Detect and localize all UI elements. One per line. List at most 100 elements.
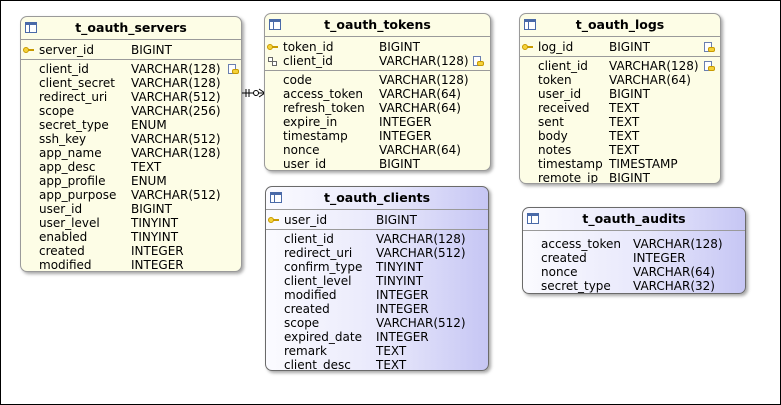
- column-row-app-purpose[interactable]: app_purpose VARCHAR(512): [21, 188, 241, 202]
- column-row-timestamp[interactable]: timestamp INTEGER: [265, 129, 490, 143]
- column-row-access-token[interactable]: access_token VARCHAR(64): [265, 87, 490, 101]
- table-t-oauth-clients[interactable]: t_oauth_clients user_id BIGINT client_id VAR…: [265, 186, 489, 371]
- column-row-remote-ip[interactable]: remote_ip BIGINT: [520, 171, 720, 183]
- column-type: INTEGER: [131, 258, 184, 272]
- column-type: VARCHAR(256): [131, 104, 221, 118]
- column-name: client_secret: [39, 76, 115, 90]
- column-name: user_id: [538, 87, 582, 101]
- table-header[interactable]: t_oauth_servers: [21, 17, 241, 40]
- column-name: access_token: [541, 237, 621, 251]
- column-type: BIGINT: [131, 202, 172, 216]
- column-type: VARCHAR(128): [131, 62, 221, 76]
- column-name: enabled: [39, 230, 88, 244]
- column-row-user-id[interactable]: user_id BIGINT: [21, 202, 241, 216]
- column-row-redirect-uri[interactable]: redirect_uri VARCHAR(512): [21, 90, 241, 104]
- column-row-modified[interactable]: modified INTEGER: [266, 288, 488, 302]
- column-type: TIMESTAMP: [609, 157, 678, 171]
- column-row-scope[interactable]: scope VARCHAR(512): [266, 316, 488, 330]
- column-row-nonce[interactable]: nonce VARCHAR(64): [265, 143, 490, 157]
- column-row-user-id[interactable]: user_id BIGINT: [520, 87, 720, 101]
- table-icon: [269, 19, 281, 30]
- column-type: TINYINT: [376, 274, 424, 288]
- column-row-client-level[interactable]: client_level TINYINT: [266, 274, 488, 288]
- column-row-client-desc[interactable]: client_desc TEXT: [266, 358, 488, 371]
- foreign-key-icon: [268, 57, 277, 66]
- index-icon: [704, 61, 715, 71]
- table-header[interactable]: t_oauth_tokens: [265, 14, 490, 37]
- column-type: TEXT: [376, 358, 407, 371]
- column-row-token-id[interactable]: token_id BIGINT: [265, 40, 490, 54]
- column-row-user-id[interactable]: user_id BIGINT: [266, 213, 488, 227]
- column-row-user-id[interactable]: user_id BIGINT: [265, 157, 490, 170]
- column-row-secret-type[interactable]: secret_type VARCHAR(32): [523, 279, 745, 293]
- column-row-notes[interactable]: notes TEXT: [520, 143, 720, 157]
- column-row-enabled[interactable]: enabled TINYINT: [21, 230, 241, 244]
- column-name: access_token: [283, 87, 363, 101]
- relationship-servers-tokens[interactable]: [241, 88, 266, 98]
- column-row-body[interactable]: body TEXT: [520, 129, 720, 143]
- column-row-timestamp[interactable]: timestamp TIMESTAMP: [520, 157, 720, 171]
- column-name: timestamp: [538, 157, 603, 171]
- column-row-client-id[interactable]: client_id VARCHAR(128): [21, 62, 241, 76]
- column-name: client_id: [39, 62, 89, 76]
- column-row-client-id[interactable]: client_id VARCHAR(128): [266, 232, 488, 246]
- column-type: ENUM: [131, 174, 167, 188]
- column-row-ssh-key[interactable]: ssh_key VARCHAR(512): [21, 132, 241, 146]
- column-row-received[interactable]: received TEXT: [520, 101, 720, 115]
- column-type: INTEGER: [379, 129, 432, 143]
- column-row-code[interactable]: code VARCHAR(128): [265, 73, 490, 87]
- column-row-modified[interactable]: modified INTEGER: [21, 258, 241, 272]
- column-type: INTEGER: [376, 288, 429, 302]
- column-row-nonce[interactable]: nonce VARCHAR(64): [523, 265, 745, 279]
- column-row-expired-date[interactable]: expired_date INTEGER: [266, 330, 488, 344]
- table-icon: [270, 192, 282, 203]
- column-row-secret-type[interactable]: secret_type ENUM: [21, 118, 241, 132]
- primary-key-icon: [23, 47, 34, 53]
- column-row-client-secret[interactable]: client_secret VARCHAR(128): [21, 76, 241, 90]
- column-row-sent[interactable]: sent TEXT: [520, 115, 720, 129]
- table-header[interactable]: t_oauth_logs: [520, 14, 720, 37]
- column-row-remark[interactable]: remark TEXT: [266, 344, 488, 358]
- column-row-token[interactable]: token VARCHAR(64): [520, 73, 720, 87]
- column-type: TEXT: [131, 160, 162, 174]
- column-type: VARCHAR(64): [609, 73, 691, 87]
- column-row-log-id[interactable]: log_id BIGINT: [520, 40, 720, 54]
- column-row-user-level[interactable]: user_level TINYINT: [21, 216, 241, 230]
- column-row-app-desc[interactable]: app_desc TEXT: [21, 160, 241, 174]
- column-name: nonce: [283, 143, 320, 157]
- column-name: app_profile: [39, 174, 106, 188]
- column-row-client-id[interactable]: client_id VARCHAR(128): [265, 54, 490, 68]
- table-t-oauth-tokens[interactable]: t_oauth_tokens token_id BIGINT client_id VAR…: [264, 13, 491, 171]
- column-row-confirm-type[interactable]: confirm_type TINYINT: [266, 260, 488, 274]
- column-row-access-token[interactable]: access_token VARCHAR(128): [523, 237, 745, 251]
- column-type: ENUM: [131, 118, 167, 132]
- column-type: VARCHAR(64): [633, 265, 715, 279]
- table-t-oauth-audits[interactable]: t_oauth_audits access_token VARCHAR(128) cr…: [522, 207, 746, 294]
- column-row-server-id[interactable]: server_id BIGINT: [21, 43, 241, 57]
- column-row-created[interactable]: created INTEGER: [523, 251, 745, 265]
- column-row-client-id[interactable]: client_id VARCHAR(128): [520, 59, 720, 73]
- column-row-scope[interactable]: scope VARCHAR(256): [21, 104, 241, 118]
- column-row-expire-in[interactable]: expire_in INTEGER: [265, 115, 490, 129]
- table-t-oauth-logs[interactable]: t_oauth_logs log_id BIGINT client_id VARCHAR…: [519, 13, 721, 184]
- column-row-created[interactable]: created INTEGER: [21, 244, 241, 258]
- columns-section: client_id VARCHAR(128) redirect_uri VARCHAR…: [266, 230, 488, 371]
- table-header[interactable]: t_oauth_clients: [266, 187, 488, 210]
- column-name: redirect_uri: [284, 246, 353, 260]
- column-name: expired_date: [284, 330, 362, 344]
- index-icon: [228, 64, 239, 74]
- table-t-oauth-servers[interactable]: t_oauth_servers server_id BIGINT client_id V…: [20, 16, 242, 272]
- primary-key-icon: [522, 44, 533, 50]
- column-row-redirect-uri[interactable]: redirect_uri VARCHAR(512): [266, 246, 488, 260]
- primary-key-icon: [267, 44, 278, 50]
- column-type: TEXT: [609, 129, 640, 143]
- column-row-created[interactable]: created INTEGER: [266, 302, 488, 316]
- column-name: expire_in: [283, 115, 338, 129]
- column-type: BIGINT: [609, 40, 650, 54]
- column-row-app-name[interactable]: app_name VARCHAR(128): [21, 146, 241, 160]
- column-row-refresh-token[interactable]: refresh_token VARCHAR(64): [265, 101, 490, 115]
- table-header[interactable]: t_oauth_audits: [523, 208, 745, 231]
- column-row-app-profile[interactable]: app_profile ENUM: [21, 174, 241, 188]
- column-type: VARCHAR(64): [379, 101, 461, 115]
- column-type: VARCHAR(128): [633, 237, 723, 251]
